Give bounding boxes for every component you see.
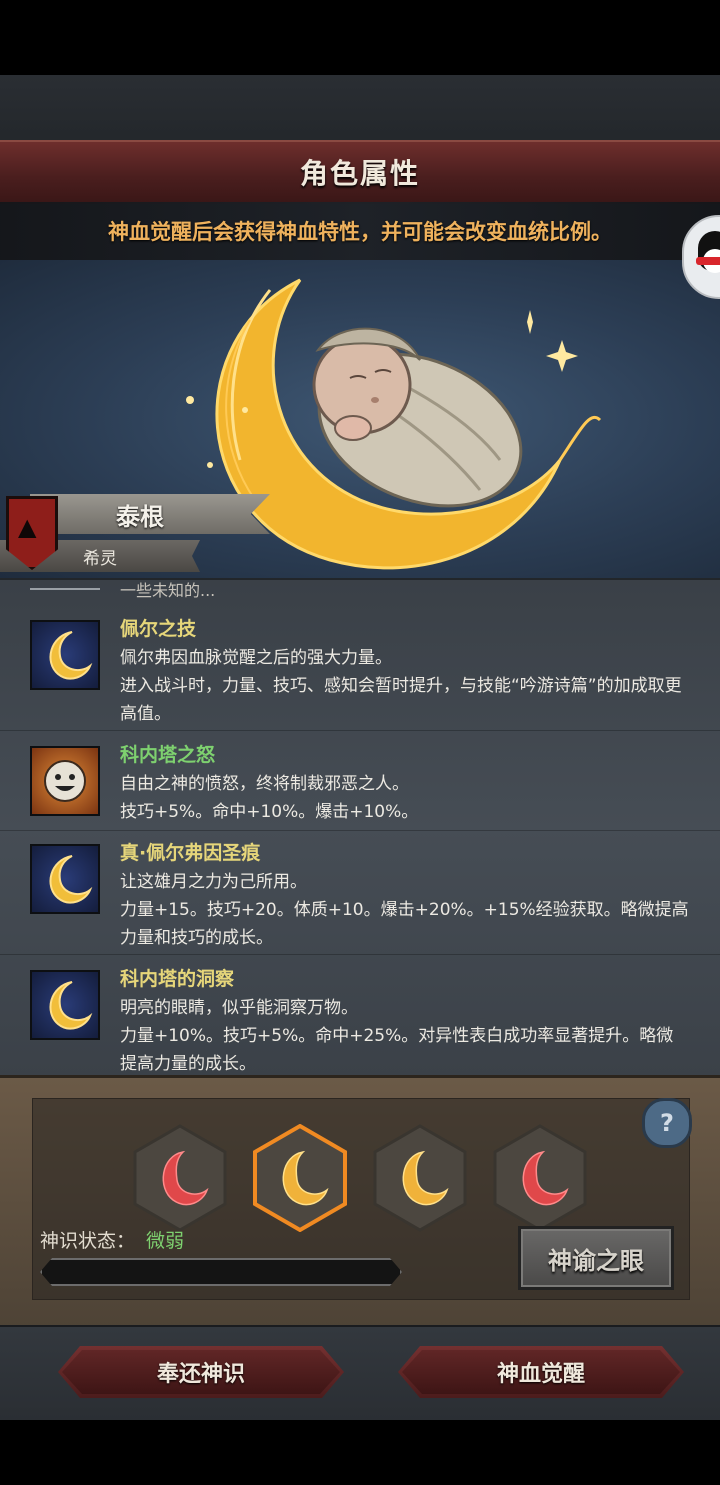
trait-desc-line: 明亮的眼睛，似乎能洞察万物。 — [120, 998, 358, 1018]
character-lineage: 希灵 — [83, 548, 117, 569]
gold-moon-slot-selected[interactable] — [253, 1124, 347, 1232]
gold-moon-slot[interactable] — [373, 1124, 467, 1232]
status-label: 神识状态： — [40, 1230, 136, 1252]
trait-desc-line: 力量+10%。技巧+5%。命中+25%。对异性表白成功率显著提升。略微提高力量的… — [120, 1026, 674, 1074]
trait-desc-line: 佩尔弗因血脉觉醒之后的强大力量。 — [120, 648, 392, 668]
title-bar: 角色属性 — [0, 140, 720, 204]
hint-text: 神血觉醒后会获得神血特性，并可能会改变血统比例。 — [108, 220, 612, 244]
crescent-moon-icon — [30, 844, 100, 914]
return-label: 奉还神识 — [156, 1362, 245, 1387]
page-title: 角色属性 — [299, 157, 420, 190]
crescent-moon-icon — [30, 620, 100, 690]
trait-name: 真·佩尔弗因圣痕 — [120, 842, 261, 864]
system-nav-bar — [0, 1420, 720, 1485]
trait-desc-line: 进入战斗时，力量、技巧、感知会暂时提升，与技能“吟游诗篇”的加成取更高值。 — [120, 676, 682, 724]
trait-desc: 自由之神的愤怒，终将制裁邪恶之人。 技巧+5%。命中+10%。爆击+10%。 — [120, 770, 690, 826]
awaken-panel — [0, 1075, 720, 1328]
return-divine-sense-button[interactable]: 奉还神识 — [58, 1346, 344, 1398]
oracle-eye-label: 神谕之眼 — [548, 1246, 644, 1275]
hint-bar: 神血觉醒后会获得神血特性，并可能会改变血统比例。 — [0, 202, 720, 260]
status-bar-area — [0, 0, 720, 75]
wolf-head-icon: ▲ — [18, 513, 37, 541]
smiling-sun-icon — [30, 746, 100, 816]
trait-desc: 让这雄月之力为己所用。力量+15。技巧+20。体质+10。爆击+20%。+15%… — [120, 868, 690, 952]
trait-name: 佩尔之技 — [120, 618, 197, 640]
trait-name: 科内塔之怒 — [120, 744, 216, 766]
trait-desc-line: 力量+15。技巧+20。体质+10。爆击+20%。+15%经验获取。略微提高力量… — [120, 900, 689, 948]
trait-desc-line: 让这雄月之力为己所用。 — [120, 872, 307, 892]
trait-desc: 明亮的眼睛，似乎能洞察万物。力量+10%。技巧+5%。命中+25%。对异性表白成… — [120, 994, 690, 1077]
red-moon-slot[interactable] — [493, 1124, 587, 1232]
cutoff-divider — [30, 588, 100, 590]
trait-name: 科内塔的洞察 — [120, 968, 235, 990]
trait-desc-line: 自由之神的愤怒，终将制裁邪恶之人。 — [120, 774, 409, 794]
trait-desc: 佩尔弗因血脉觉醒之后的强大力量。进入战斗时，力量、技巧、感知会暂时提升，与技能“… — [120, 644, 690, 728]
awaken-progress-bar — [40, 1258, 402, 1286]
status-value: 微弱 — [146, 1230, 185, 1252]
awaken-label: 神血觉醒 — [496, 1362, 585, 1387]
crescent-moon-icon — [30, 970, 100, 1040]
question-mark-icon: ? — [660, 1109, 674, 1137]
trait-desc-line: 技巧+5%。命中+10%。爆击+10%。 — [120, 802, 419, 822]
trait-list[interactable]: 一些未知的... 佩尔之技 佩尔弗因血脉觉醒之后的强大力量。进入战斗时，力量、技… — [0, 578, 720, 1077]
oracle-eye-button[interactable]: 神谕之眼 — [518, 1226, 674, 1290]
divine-blood-awaken-button[interactable]: 神血觉醒 — [398, 1346, 684, 1398]
help-button[interactable]: ? — [642, 1098, 692, 1148]
red-moon-slot[interactable] — [133, 1124, 227, 1232]
cutoff-trait-desc: 一些未知的... — [120, 581, 216, 600]
header-background — [0, 75, 720, 145]
character-name: 泰根 — [116, 502, 164, 531]
